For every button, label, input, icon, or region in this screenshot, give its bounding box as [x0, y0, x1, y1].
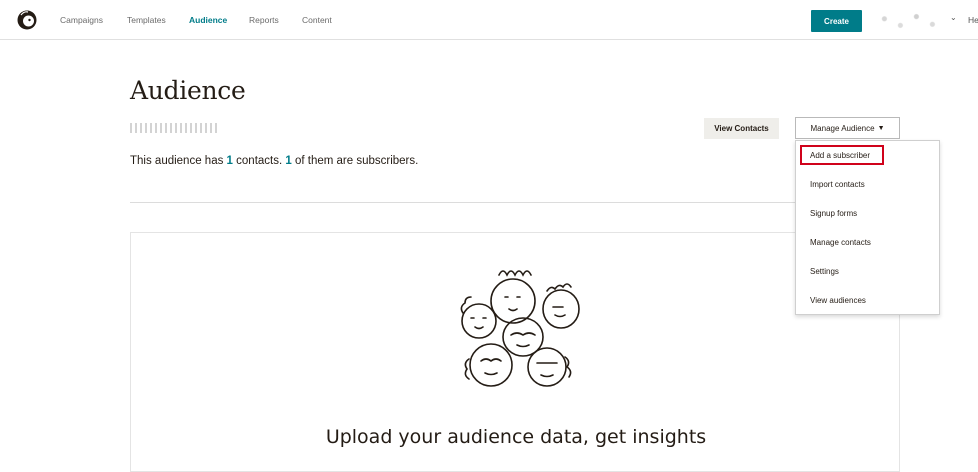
card-heading: Upload your audience data, get insights [325, 426, 707, 448]
manage-audience-label: Manage Audience [810, 123, 875, 133]
account-name-blurred[interactable] [878, 10, 942, 32]
summary-suffix: of them are subscribers. [291, 155, 419, 167]
menu-item-manage-contacts[interactable]: Manage contacts [810, 238, 871, 247]
chevron-down-icon[interactable]: ⌄ [950, 13, 957, 22]
section-divider [130, 202, 900, 203]
account-menu-label[interactable]: He [968, 15, 978, 25]
nav-item-campaigns[interactable]: Campaigns [60, 15, 103, 25]
nav-item-audience[interactable]: Audience [189, 15, 227, 25]
nav-item-templates[interactable]: Templates [127, 15, 166, 25]
mailchimp-logo-icon[interactable] [16, 9, 38, 31]
view-contacts-button[interactable]: View Contacts [704, 118, 779, 139]
audience-summary: This audience has 1 contacts. 1 of them … [130, 155, 418, 167]
top-nav: Campaigns Templates Audience Reports Con… [0, 0, 978, 40]
menu-item-view-audiences[interactable]: View audiences [810, 296, 866, 305]
people-faces-illustration [460, 270, 580, 387]
menu-item-add-subscriber[interactable]: Add a subscriber [810, 151, 870, 160]
create-button[interactable]: Create [811, 10, 862, 32]
manage-audience-dropdown: Add a subscriber Import contacts Signup … [795, 140, 940, 315]
audience-name-blurred [130, 123, 218, 133]
chevron-down-icon: ▼ [877, 124, 885, 132]
menu-item-import-contacts[interactable]: Import contacts [810, 180, 865, 189]
menu-item-settings[interactable]: Settings [810, 267, 839, 276]
summary-prefix: This audience has [130, 155, 227, 167]
nav-item-reports[interactable]: Reports [249, 15, 279, 25]
menu-item-signup-forms[interactable]: Signup forms [810, 209, 857, 218]
nav-item-content[interactable]: Content [302, 15, 332, 25]
page-title: Audience [130, 76, 246, 105]
manage-audience-button[interactable]: Manage Audience ▼ [795, 117, 900, 139]
summary-middle: contacts. [232, 155, 286, 167]
audience-insights-card: Upload your audience data, get insights [130, 232, 900, 472]
